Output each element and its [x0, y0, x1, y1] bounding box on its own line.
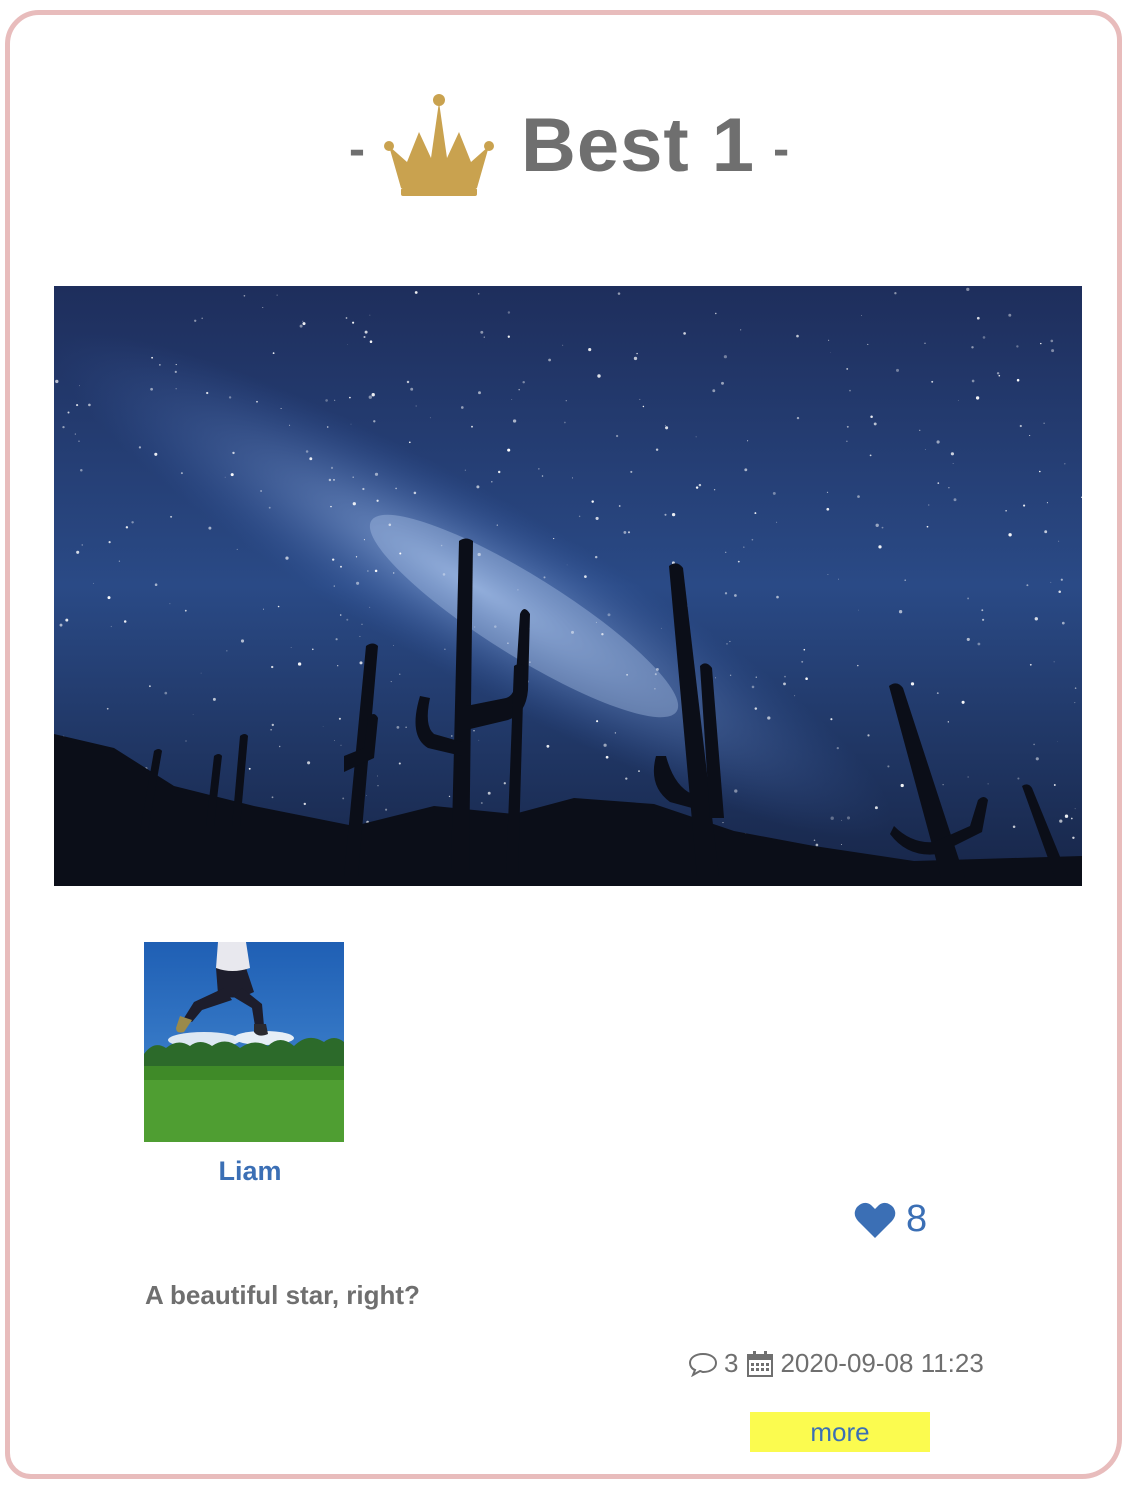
post-date: 2020-09-08 11:23 [780, 1348, 984, 1378]
comment-icon [688, 1352, 718, 1377]
title-dash-left: - [348, 122, 365, 176]
comment-count: 3 [724, 1348, 739, 1378]
heart-icon [854, 1202, 896, 1238]
rank-header: - Best 1 - [0, 90, 1138, 200]
post-meta: 3 2020-09-08 11:23 [688, 1348, 984, 1379]
post-photo[interactable] [54, 286, 1082, 886]
more-button[interactable]: more [750, 1412, 930, 1452]
calendar-icon [747, 1350, 774, 1377]
author-avatar[interactable] [144, 942, 344, 1142]
title-dash-right: - [773, 122, 790, 176]
like-count: 8 [906, 1198, 928, 1240]
post-caption: A beautiful star, right? [145, 1280, 420, 1310]
page-title: Best 1 [520, 102, 756, 188]
like-button[interactable]: 8 [854, 1198, 927, 1241]
crown-icon [383, 94, 494, 196]
author-name[interactable]: Liam [144, 1156, 356, 1187]
